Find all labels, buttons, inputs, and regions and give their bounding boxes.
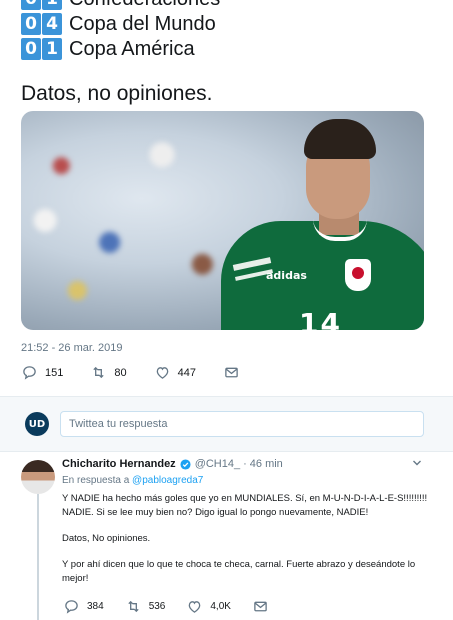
- tweet-timestamp[interactable]: 21:52 - 26 mar. 2019: [21, 342, 123, 354]
- reply-paragraph: Datos, No opiniones.: [62, 533, 151, 544]
- in-reply-handle-link[interactable]: @pabloagreda7: [132, 475, 203, 486]
- digit-tile: 0: [21, 13, 41, 35]
- digit-tile: 1: [42, 0, 62, 10]
- jersey-brand-logo: adidas: [266, 269, 307, 282]
- stat-row-copa-america: 0 1 Copa América: [21, 37, 220, 61]
- like-button[interactable]: 4,0K: [187, 599, 231, 614]
- reply-icon: [23, 366, 36, 380]
- stats-list: 0 1 Confederaciones 0 4 Copa del Mundo 0…: [21, 0, 220, 61]
- retweet-icon: [93, 366, 105, 379]
- author-name[interactable]: Chicharito Hernandez: [62, 458, 176, 470]
- like-icon: [156, 367, 168, 379]
- reply-paragraph: Y NADIE ha hecho más goles que yo en MUN…: [62, 493, 428, 518]
- retweet-count: 80: [114, 366, 127, 379]
- team-crest-icon: [345, 259, 371, 291]
- reply-paragraph: Y por ahí dicen que lo que te choca te c…: [62, 559, 416, 584]
- retweet-count: 536: [148, 601, 166, 612]
- author-handle[interactable]: @CH14_: [195, 458, 240, 470]
- reply-body: Y NADIE ha hecho más goles que yo en MUN…: [62, 492, 428, 598]
- direct-message-button[interactable]: [224, 365, 247, 380]
- avatar[interactable]: [21, 460, 55, 494]
- like-count: 4,0K: [210, 601, 231, 612]
- reply-actions: 384 536 4,0K: [64, 599, 298, 614]
- in-reply-to: En respuesta a @pabloagreda7: [62, 475, 203, 486]
- avatar[interactable]: UD: [25, 412, 49, 436]
- tweet-photo[interactable]: adidas 14: [21, 111, 424, 330]
- digit-tile: 0: [21, 0, 41, 10]
- stat-label: Confederaciones: [69, 0, 220, 11]
- thread-line: [37, 494, 39, 620]
- like-count: 447: [177, 366, 196, 379]
- separator-dot: ·: [243, 458, 247, 470]
- stat-row-confederaciones: 0 1 Confederaciones: [21, 0, 220, 11]
- retweet-button[interactable]: 536: [126, 599, 166, 614]
- message-icon: [254, 601, 267, 612]
- reply-count: 151: [45, 366, 64, 379]
- digit-tile: 0: [21, 38, 41, 60]
- like-button[interactable]: 447: [155, 365, 196, 380]
- reply-time[interactable]: 46 min: [250, 458, 283, 470]
- reply-button[interactable]: 151: [22, 365, 63, 380]
- tweet-text: Datos, no opiniones.: [21, 82, 213, 105]
- verified-icon: [180, 458, 191, 470]
- reply-button[interactable]: 384: [64, 599, 104, 614]
- reply-input[interactable]: Twittea tu respuesta: [60, 411, 424, 437]
- retweet-button[interactable]: 80: [91, 365, 127, 380]
- digit-tile: 4: [42, 13, 62, 35]
- stat-row-copa-mundo: 0 4 Copa del Mundo: [21, 12, 220, 36]
- like-icon: [189, 601, 201, 613]
- digit-tile: 1: [42, 38, 62, 60]
- jersey-number: 14: [299, 307, 342, 330]
- retweet-icon: [128, 600, 139, 613]
- chevron-down-icon[interactable]: [412, 458, 422, 468]
- tweet-actions: 151 80 447: [22, 365, 275, 380]
- stat-label: Copa del Mundo: [69, 12, 216, 35]
- reply-count: 384: [87, 601, 104, 612]
- stat-label: Copa América: [69, 37, 195, 60]
- reply-icon: [65, 600, 78, 614]
- message-icon: [225, 367, 238, 378]
- direct-message-button[interactable]: [253, 599, 276, 614]
- reply-header: Chicharito Hernandez @CH14_ · 46 min: [62, 458, 283, 470]
- in-reply-prefix: En respuesta a: [62, 475, 130, 486]
